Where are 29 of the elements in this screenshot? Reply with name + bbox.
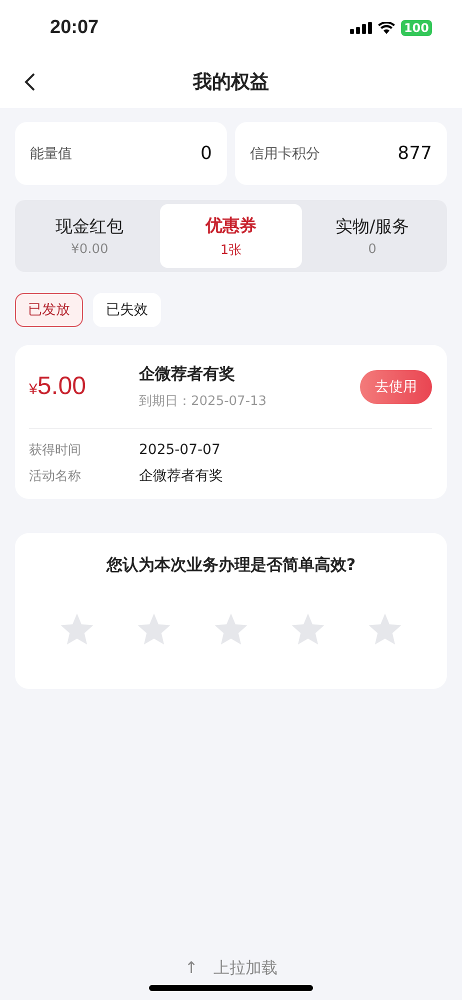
- coupon-title: 企微荐者有奖: [139, 364, 236, 384]
- star-icon[interactable]: [213, 612, 249, 646]
- star-icon[interactable]: [136, 612, 172, 646]
- summary-value: 0: [200, 143, 212, 164]
- battery-indicator: 100: [400, 20, 432, 36]
- signal-icon: [350, 22, 372, 34]
- detail-label: 活动名称: [29, 468, 82, 485]
- filter-chip[interactable]: 已失效: [93, 293, 161, 327]
- back-icon[interactable]: [24, 72, 36, 92]
- detail-value: 2025-07-07: [139, 442, 220, 458]
- star-icon[interactable]: [59, 612, 95, 646]
- summary-value: 877: [398, 143, 432, 164]
- filter-chip[interactable]: 已发放: [15, 293, 83, 327]
- coupon-expiry: 到期日：2025-07-13: [139, 392, 268, 410]
- star-icon[interactable]: [290, 612, 326, 646]
- load-more-hint: ↑ 上拉加载: [184, 958, 278, 979]
- category-tab[interactable]: 优惠券 1张: [160, 204, 302, 268]
- page-title: 我的权益: [193, 70, 269, 95]
- star-icon[interactable]: [367, 612, 403, 646]
- status-time: 20:07: [50, 17, 99, 39]
- detail-value: 企微荐者有奖: [139, 467, 223, 485]
- category-tab[interactable]: 实物/服务 0: [302, 204, 443, 268]
- wifi-icon: [378, 22, 395, 34]
- summary-label: 能量值: [30, 144, 72, 162]
- survey-question: 您认为本次业务办理是否简单高效?: [106, 555, 356, 576]
- detail-label: 获得时间: [29, 442, 82, 459]
- summary-label: 信用卡积分: [250, 144, 320, 162]
- coupon-amount: ¥5.00: [29, 372, 88, 401]
- category-tab[interactable]: 现金红包 ¥0.00: [19, 204, 160, 268]
